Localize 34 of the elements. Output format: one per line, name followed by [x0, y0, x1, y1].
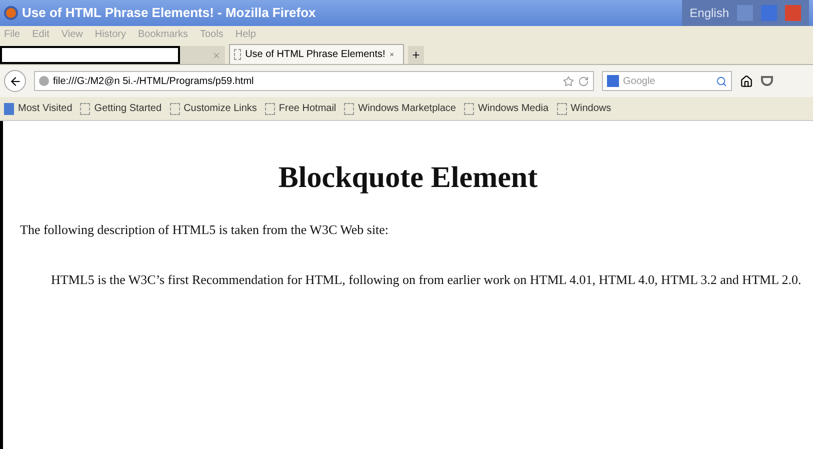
star-icon[interactable]	[563, 76, 574, 86]
bookmark-link[interactable]: Windows Marketplace	[358, 101, 456, 116]
blockquote-text: HTML5 is the W3C’s first Recommendation for HTML, following on from earlier work on HTML 4.01, HTML 4.0, HTML 3.2 and HTML 2.0.	[51, 270, 802, 289]
page-icon	[264, 102, 275, 114]
search-icon[interactable]	[716, 76, 727, 86]
reload-icon[interactable]	[578, 76, 589, 86]
page-icon	[234, 49, 242, 60]
bookmarks-icon	[4, 102, 14, 114]
bookmark-link[interactable]: Getting Started	[94, 101, 162, 116]
home-icon[interactable]	[740, 74, 753, 88]
new-tab-button[interactable]	[408, 46, 424, 64]
browser-tab[interactable]: Use of HTML Phrase Elements!	[229, 44, 404, 64]
bookmark-link[interactable]: Windows Media	[478, 101, 549, 116]
google-icon	[607, 75, 619, 87]
bookmark-link[interactable]: Windows	[570, 101, 612, 116]
close-tab-icon[interactable]	[389, 50, 395, 59]
intro-paragraph: The following description of HTML5 is taken from the W3C Web site:	[20, 221, 390, 239]
page-icon	[80, 102, 90, 114]
back-button[interactable]	[4, 70, 26, 92]
firefox-icon	[4, 6, 18, 20]
url-field[interactable]: file:///G:/M2@n 5i.-/HTML/Programs/p59.html	[34, 71, 594, 91]
page-icon	[464, 102, 474, 114]
bookmark-link[interactable]: Most Visited	[18, 101, 72, 116]
bookmark-link[interactable]: Customize Links	[184, 101, 257, 116]
back-arrow-icon	[8, 74, 22, 88]
language-label: English	[690, 5, 729, 22]
browser-tab[interactable]	[0, 46, 225, 64]
page-icon	[556, 102, 567, 114]
page-icon	[170, 102, 180, 114]
bookmark-link[interactable]: Free Hotmail	[278, 101, 336, 116]
page-icon	[344, 102, 354, 114]
page-heading: Blockquote Element	[277, 160, 539, 196]
plus-icon	[411, 50, 421, 60]
window-title: Use of HTML Phrase Elements! - Mozilla Firefox	[22, 4, 316, 22]
